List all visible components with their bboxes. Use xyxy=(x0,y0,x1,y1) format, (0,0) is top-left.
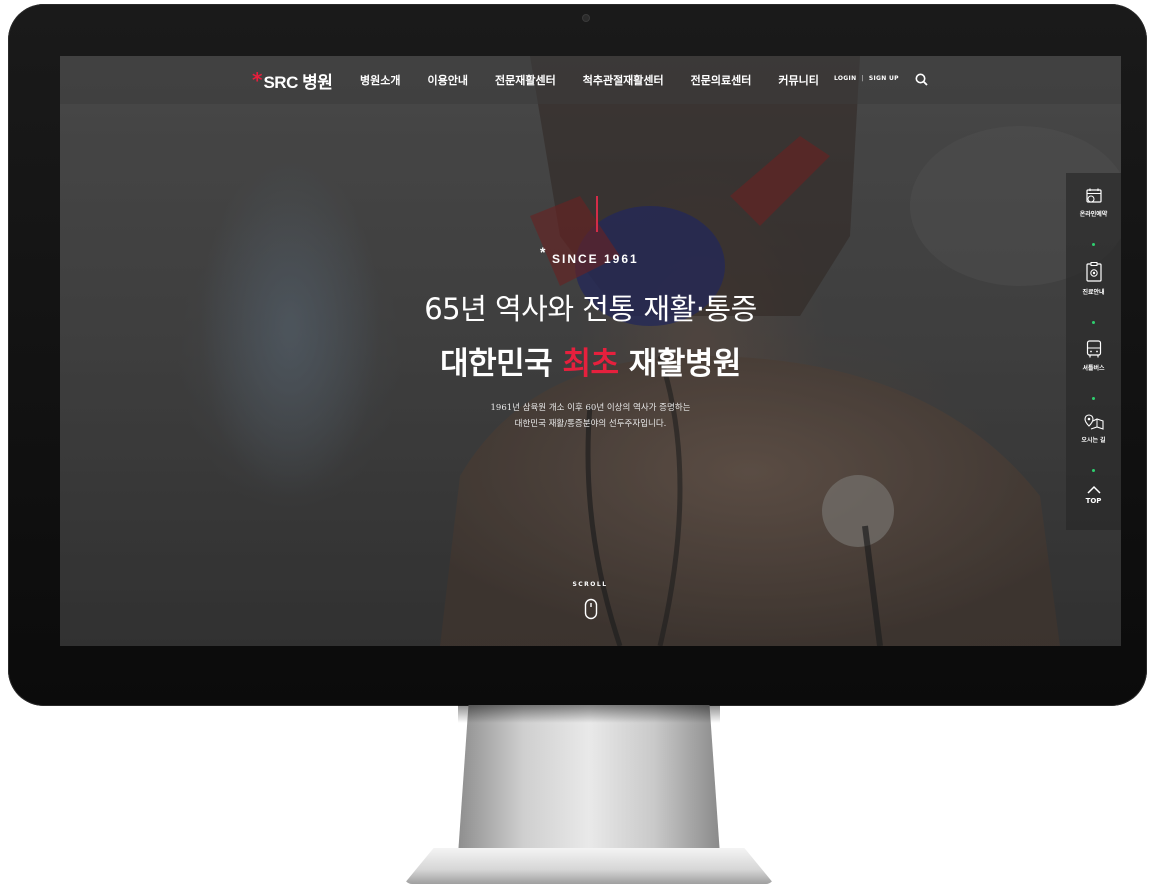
login-link[interactable]: LOGIN xyxy=(834,75,856,82)
quick-item-treatment-guide[interactable]: 진료안내 xyxy=(1066,261,1121,296)
calendar-clock-icon xyxy=(1085,188,1102,203)
monitor-camera xyxy=(583,15,589,21)
search-icon[interactable] xyxy=(915,73,928,86)
top-label: TOP xyxy=(1085,497,1102,505)
nav-item-community[interactable]: 커뮤니티 xyxy=(778,72,818,88)
quick-divider-dot xyxy=(1092,397,1095,400)
quick-menu: 온라인예약 진료안내 셔틀버스 오시는 길 TOP xyxy=(1066,173,1121,530)
hero-headline-line2: 대한민국 최초 재활병원 xyxy=(60,338,1121,383)
quick-label-reservation: 온라인예약 xyxy=(1079,211,1108,218)
headline-highlight: 최초 xyxy=(562,346,619,382)
site-logo[interactable]: * SRC 병원 xyxy=(252,68,333,92)
headline-part-2: 재활병원 xyxy=(618,346,742,382)
star-mark-icon: * xyxy=(540,244,548,260)
monitor-stand-foot xyxy=(404,848,774,884)
nav-item-medical-center[interactable]: 전문의료센터 xyxy=(691,72,752,88)
hero-headline-line1: 65년 역사와 전통 재활·통증 xyxy=(424,292,757,326)
nav-item-rehab-center[interactable]: 전문재활센터 xyxy=(495,72,556,88)
quick-divider-dot xyxy=(1092,469,1095,472)
signup-link[interactable]: SIGN UP xyxy=(869,75,899,82)
quick-divider-dot xyxy=(1092,321,1095,324)
hero-description: 1961년 삼육원 개소 이후 60년 이상의 역사가 증명하는 대한민국 재활… xyxy=(60,400,1121,432)
website-screen: * SRC 병원 병원소개 이용안내 전문재활센터 척추관절재활센터 전문의료센… xyxy=(60,56,1121,646)
quick-label-directions: 오시는 길 xyxy=(1081,437,1106,444)
logo-star-icon: * xyxy=(252,68,263,92)
quick-divider-dot xyxy=(1092,243,1095,246)
quick-item-directions[interactable]: 오시는 길 xyxy=(1066,413,1121,444)
monitor-stand-shadow xyxy=(458,705,720,723)
clipboard-icon xyxy=(1085,262,1102,282)
since-badge: * SINCE 1961 xyxy=(540,244,660,268)
main-nav: 병원소개 이용안내 전문재활센터 척추관절재활센터 전문의료센터 커뮤니티 xyxy=(360,72,819,88)
nav-item-guide[interactable]: 이용안내 xyxy=(427,72,467,88)
auth-links: LOGIN | SIGN UP xyxy=(834,75,899,82)
map-pin-icon xyxy=(1083,414,1104,430)
hero-accent-line xyxy=(596,196,598,232)
headline-part-1: 대한민국 xyxy=(440,346,563,382)
mouse-scroll-icon[interactable] xyxy=(584,598,598,620)
chevron-up-icon xyxy=(1086,485,1101,494)
logo-text: SRC 병원 xyxy=(263,72,333,92)
nav-item-spine-center[interactable]: 척추관절재활센터 xyxy=(583,72,664,88)
quick-label-treatment: 진료안내 xyxy=(1082,289,1105,296)
site-header: * SRC 병원 병원소개 이용안내 전문재활센터 척추관절재활센터 전문의료센… xyxy=(60,56,1121,104)
hero-description-line1: 1961년 삼육원 개소 이후 60년 이상의 역사가 증명하는 xyxy=(490,403,691,413)
scroll-top-button[interactable]: TOP xyxy=(1066,485,1121,505)
bus-icon xyxy=(1086,340,1101,358)
scroll-label: SCROLL xyxy=(572,581,608,588)
hero-description-line2: 대한민국 재활/통증분야의 선두주자입니다. xyxy=(514,419,667,429)
auth-divider: | xyxy=(861,75,864,82)
since-text: SINCE 1961 xyxy=(552,252,639,266)
monitor-mockup: * SRC 병원 병원소개 이용안내 전문재활센터 척추관절재활센터 전문의료센… xyxy=(0,0,1153,888)
monitor-stand-neck xyxy=(458,705,720,855)
quick-item-shuttle-bus[interactable]: 셔틀버스 xyxy=(1066,339,1121,372)
quick-item-online-reservation[interactable]: 온라인예약 xyxy=(1066,187,1121,218)
nav-item-about[interactable]: 병원소개 xyxy=(360,72,400,88)
quick-label-shuttle: 셔틀버스 xyxy=(1082,365,1105,372)
